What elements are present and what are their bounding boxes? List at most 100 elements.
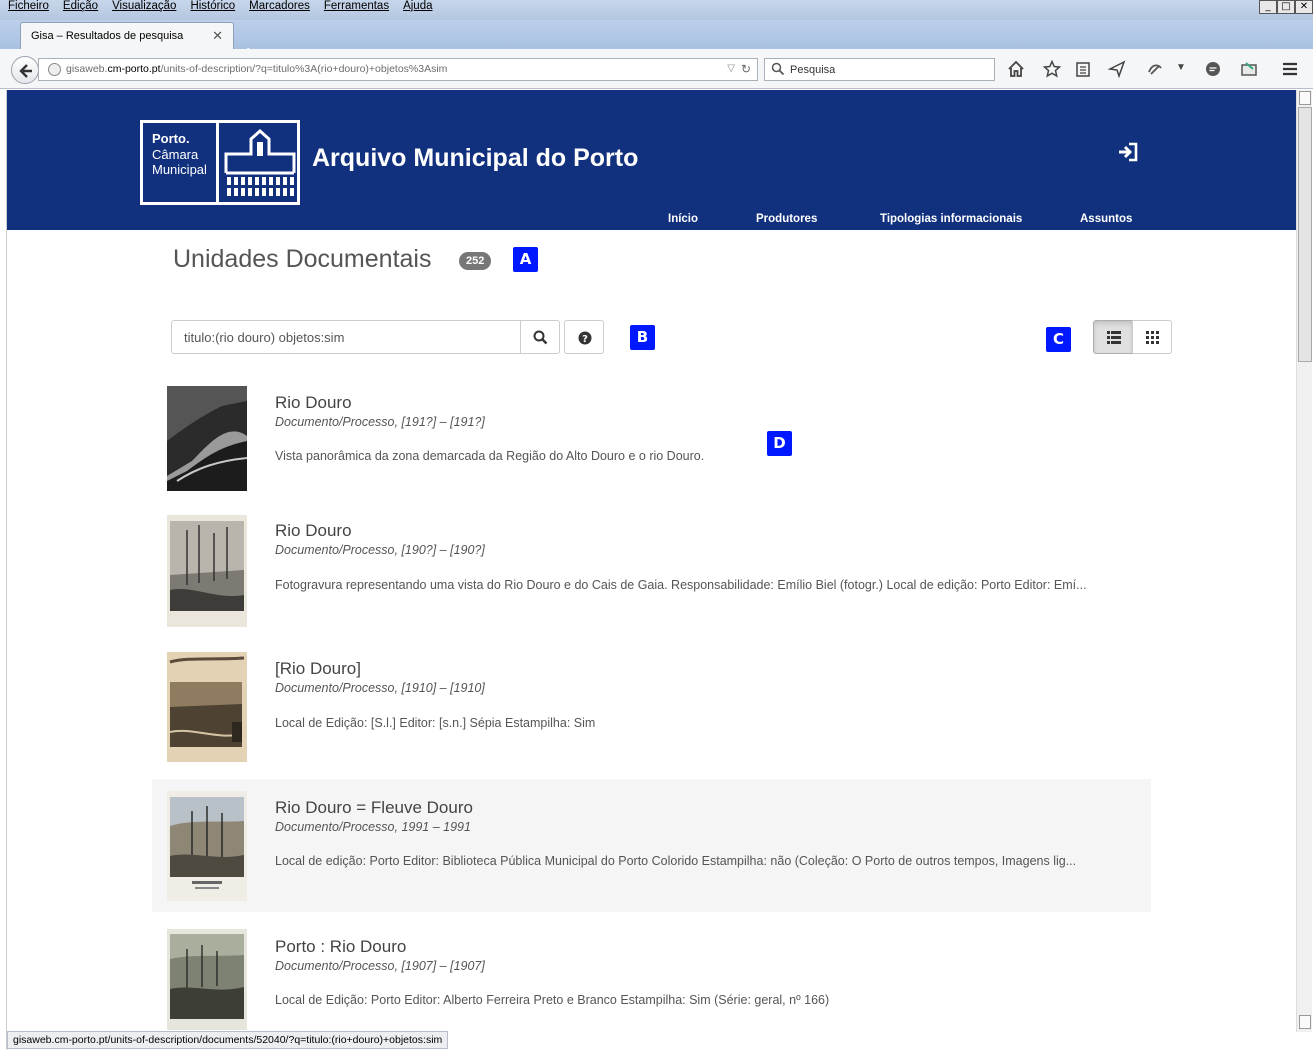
result-thumbnail[interactable]	[167, 929, 247, 1030]
city-hall-building-icon	[224, 129, 296, 196]
logo-text-box: Porto. Câmara Municipal	[143, 123, 219, 202]
logo-camara-text: Câmara Municipal	[152, 147, 207, 177]
tab-title: Gisa – Resultados de pesquisa	[31, 30, 184, 42]
navigation-toolbar: gisaweb.cm-porto.pt/units-of-description…	[0, 49, 1313, 89]
minimize-button[interactable]: _	[1259, 0, 1277, 14]
list-view-icon	[1107, 331, 1121, 344]
result-thumbnail[interactable]	[167, 652, 247, 762]
chat-icon[interactable]	[1204, 60, 1222, 78]
reload-icon[interactable]: ↻	[741, 62, 751, 76]
close-window-button[interactable]: ✕	[1295, 0, 1313, 14]
back-button[interactable]	[11, 56, 39, 84]
addon-dropdown-icon[interactable]: ▼	[1176, 62, 1186, 73]
reading-list-icon[interactable]	[1074, 60, 1092, 78]
annotation-marker-b: B	[630, 325, 655, 350]
bookmark-star-icon[interactable]	[1043, 60, 1061, 78]
annotation-marker-c: C	[1046, 327, 1071, 352]
result-title[interactable]: Rio Douro	[275, 521, 352, 541]
search-input[interactable]	[171, 320, 521, 354]
page-viewport: Porto. Câmara Municipal Arquivo Municipa…	[7, 90, 1296, 1030]
annotation-marker-d: D	[767, 431, 792, 456]
search-icon	[533, 330, 548, 345]
nav-inicio[interactable]: Início	[668, 213, 698, 225]
search-button[interactable]	[520, 320, 560, 354]
url-dropdown-icon[interactable]: ▽	[727, 63, 735, 74]
result-description: Local de edição: Porto Editor: Bibliotec…	[275, 854, 1077, 868]
page-title: Unidades Documentais	[173, 245, 432, 273]
result-thumbnail[interactable]	[167, 515, 247, 627]
scroll-thumb[interactable]	[1298, 107, 1312, 362]
site-header: Porto. Câmara Municipal Arquivo Municipa…	[7, 90, 1296, 230]
result-title[interactable]: Rio Douro = Fleuve Douro	[275, 798, 473, 818]
browser-search-placeholder: Pesquisa	[790, 64, 836, 76]
result-thumbnail[interactable]	[167, 386, 247, 491]
scroll-up-button[interactable]	[1299, 91, 1311, 105]
result-type: Documento/Processo, 1991 – 1991	[275, 820, 471, 834]
logo-line-municipal: Municipal	[152, 162, 207, 177]
result-type: Documento/Processo, [1907] – [1907]	[275, 959, 485, 973]
nav-produtores[interactable]: Produtores	[756, 213, 817, 225]
result-type: Documento/Processo, [190?] – [190?]	[275, 543, 485, 557]
menu-visualizacao[interactable]: Visualização	[112, 0, 176, 14]
window-titlebar: Ficheiro Edição Visualização Histórico M…	[0, 0, 1313, 20]
result-item[interactable]: Rio Douro Documento/Processo, [191?] – […	[152, 375, 1151, 500]
svg-text:?: ?	[582, 334, 588, 345]
globe-icon	[48, 63, 61, 76]
menu-ficheiro[interactable]: Ficheiro	[8, 0, 49, 14]
result-description: Local de Edição: [S.l.] Editor: [s.n.] S…	[275, 716, 596, 730]
tab-close-icon[interactable]: ✕	[212, 28, 223, 44]
back-arrow-icon	[19, 64, 32, 78]
send-icon[interactable]	[1108, 60, 1126, 78]
grid-view-button[interactable]	[1132, 320, 1172, 354]
annotation-marker-a: A	[513, 247, 538, 272]
result-description: Local de Edição: Porto Editor: Alberto F…	[275, 993, 830, 1007]
addon-icon[interactable]	[1146, 60, 1164, 78]
scroll-down-button[interactable]	[1299, 1015, 1311, 1029]
search-help-button[interactable]: ?	[564, 320, 604, 354]
browser-search-box[interactable]: Pesquisa	[764, 58, 995, 81]
result-item[interactable]: Porto : Rio Douro Documento/Processo, [1…	[152, 915, 1151, 1030]
menu-bar: Ficheiro Edição Visualização Histórico M…	[8, 0, 433, 14]
url-bar[interactable]: gisaweb.cm-porto.pt/units-of-description…	[38, 58, 758, 81]
menu-ferramentas[interactable]: Ferramentas	[324, 0, 389, 14]
question-circle-icon: ?	[578, 331, 592, 345]
result-description: Fotogravura representando uma vista do R…	[275, 578, 1087, 592]
list-view-button[interactable]	[1093, 320, 1133, 354]
nav-tipologias[interactable]: Tipologias informacionais	[880, 213, 1022, 225]
result-description: Vista panorâmica da zona demarcada da Re…	[275, 449, 705, 463]
result-item[interactable]: Rio Douro Documento/Processo, [190?] – […	[152, 503, 1151, 638]
screenshot-icon[interactable]	[1240, 60, 1258, 78]
tab-active[interactable]: Gisa – Resultados de pesquisa ✕	[20, 22, 234, 49]
menu-marcadores[interactable]: Marcadores	[249, 0, 310, 14]
site-title[interactable]: Arquivo Municipal do Porto	[312, 144, 638, 173]
vertical-scrollbar[interactable]	[1296, 90, 1312, 1032]
menu-edicao[interactable]: Edição	[63, 0, 98, 14]
menu-historico[interactable]: Histórico	[190, 0, 235, 14]
home-icon[interactable]	[1007, 60, 1025, 78]
nav-assuntos[interactable]: Assuntos	[1080, 213, 1132, 225]
result-type: Documento/Processo, [1910] – [1910]	[275, 681, 485, 695]
grid-view-icon	[1146, 331, 1159, 344]
result-count-badge: 252	[459, 252, 492, 270]
maximize-button[interactable]: □	[1277, 0, 1295, 14]
site-logo[interactable]: Porto. Câmara Municipal	[140, 120, 300, 205]
hamburger-menu-icon[interactable]	[1281, 60, 1299, 78]
search-icon	[771, 62, 785, 76]
result-title[interactable]: [Rio Douro]	[275, 659, 361, 679]
search-form	[171, 320, 560, 354]
result-title[interactable]: Rio Douro	[275, 393, 352, 413]
logo-porto-text: Porto.	[152, 131, 190, 146]
result-thumbnail[interactable]	[167, 791, 247, 901]
result-type: Documento/Processo, [191?] – [191?]	[275, 415, 485, 429]
result-item[interactable]: [Rio Douro] Documento/Processo, [1910] –…	[152, 641, 1151, 776]
result-title[interactable]: Porto : Rio Douro	[275, 937, 406, 957]
window-left-edge	[0, 90, 7, 1050]
url-text: gisaweb.cm-porto.pt/units-of-description…	[66, 63, 448, 75]
menu-ajuda[interactable]: Ajuda	[403, 0, 432, 14]
sign-in-icon[interactable]	[1117, 142, 1139, 162]
window-controls: _ □ ✕	[1259, 0, 1313, 14]
logo-line-camara: Câmara	[152, 147, 199, 162]
result-item[interactable]: Rio Douro = Fleuve Douro Documento/Proce…	[152, 779, 1151, 912]
tab-strip: Gisa – Resultados de pesquisa ✕ +	[0, 20, 1313, 63]
status-bar-url: gisaweb.cm-porto.pt/units-of-description…	[7, 1031, 449, 1049]
